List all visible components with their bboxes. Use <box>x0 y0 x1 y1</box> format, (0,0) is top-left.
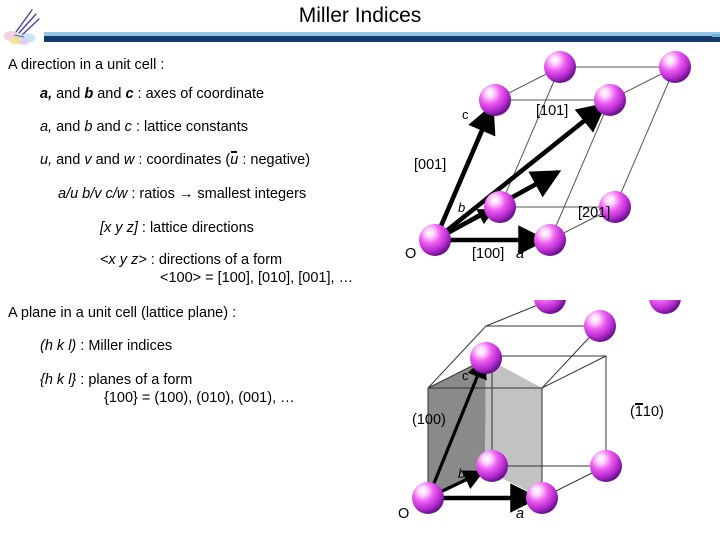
line-lattice-directions: [x y z] : lattice directions <box>100 220 254 237</box>
unit-cell-planes-diagram: c (100) b O a (110) <box>390 300 720 540</box>
ratios-description: : ratios → smallest integers <box>127 186 307 202</box>
coord-symbol-w: w <box>123 152 135 168</box>
label-direction-101: [101] <box>536 103 569 119</box>
line-ratios: a/u b/v c/w : ratios → smallest integers <box>58 186 307 203</box>
form-example-directions: <100> = [100], [010], [001], … <box>160 270 354 286</box>
line-lattice-constants: a, and b and c : lattice constants <box>40 119 248 136</box>
label-axis-b-bottom: b <box>458 466 466 481</box>
ratios-math: a/u b/v c/w <box>58 186 128 202</box>
lattice-symbol-c: c <box>124 119 132 135</box>
direction-section-heading: A direction in a unit cell : <box>8 57 165 73</box>
miller-description: : Miller indices <box>76 338 173 354</box>
plane-1bar10-barred-digit: 1 <box>634 402 643 420</box>
axes-description: : axes of coordinate <box>133 86 265 102</box>
label-axis-a-top: a <box>516 246 525 262</box>
coord-mid-text: : coordinates ( <box>134 152 231 168</box>
brackets-math: [x y z] <box>100 220 138 236</box>
formset-math: {h k l} <box>40 372 77 388</box>
label-direction-001: [001] <box>414 157 447 173</box>
header-rule-tail <box>712 34 720 37</box>
axes-symbol-a: a, <box>40 86 53 102</box>
coord-conj-2: and <box>91 152 124 168</box>
axes-symbol-c: c <box>125 86 134 102</box>
label-axis-b-top: b <box>458 200 466 215</box>
header-rule-dark <box>44 36 720 42</box>
brackets-description: : lattice directions <box>137 220 254 236</box>
label-axis-a-bottom: a <box>516 506 525 522</box>
coord-conj-1: and <box>52 152 85 168</box>
plane-1bar10-rest: 10) <box>642 404 664 420</box>
label-axis-c-top: c <box>462 107 469 122</box>
form-math: <x y z> <box>100 252 147 268</box>
coord-symbol-v: v <box>84 152 92 168</box>
lattice-conj-2: and <box>92 119 125 135</box>
label-plane-1bar10: (110) <box>630 402 664 420</box>
form-example-planes: {100} = (100), (010), (001), … <box>104 390 295 406</box>
label-direction-201: [201] <box>578 205 611 221</box>
page-title: Miller Indices <box>298 4 422 27</box>
line-directions-of-a-form: <x y z> : directions of a form <box>100 252 283 269</box>
label-direction-100: [100] <box>472 246 505 262</box>
line-axes: a, and b and c : axes of coordinate <box>40 86 265 103</box>
label-origin-top: O <box>405 246 417 262</box>
line-miller-indices: (h k l) : Miller indices <box>40 338 173 355</box>
plane-section-heading: A plane in a unit cell (lattice plane) : <box>8 305 237 321</box>
label-axis-c-bottom: c <box>462 368 469 383</box>
axes-symbol-b: b <box>84 86 94 102</box>
slide-canvas: Miller Indices A direction in a unit cel… <box>0 0 720 540</box>
coord-tail-text: : negative) <box>238 152 311 168</box>
axes-conj-1: and <box>52 86 85 102</box>
label-plane-100: (100) <box>412 412 446 428</box>
lattice-symbol-a: a, <box>40 119 53 135</box>
coord-symbol-u: u, <box>40 152 53 168</box>
formset-description: : planes of a form <box>76 372 193 388</box>
miller-math: (h k l) <box>40 338 77 354</box>
form-description: : directions of a form <box>146 252 283 268</box>
line-coordinates: u, and v and w : coordinates (u : negati… <box>40 150 311 169</box>
lattice-description: : lattice constants <box>131 119 248 135</box>
coord-symbol-u-bar: u <box>230 150 239 168</box>
unit-cell-directions-diagram: c [001] [101] [201] b O [100] a <box>400 50 720 285</box>
axes-conj-2: and <box>93 86 126 102</box>
label-origin-bottom: O <box>398 506 410 522</box>
lattice-conj-1: and <box>52 119 85 135</box>
line-planes-of-a-form: {h k l} : planes of a form <box>40 372 193 389</box>
